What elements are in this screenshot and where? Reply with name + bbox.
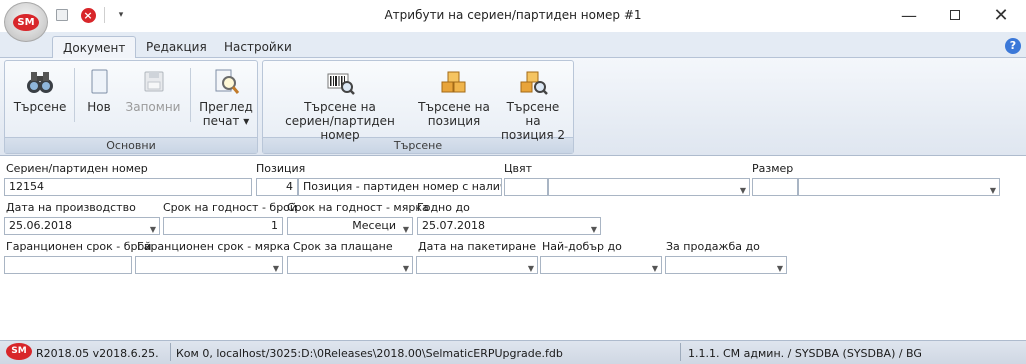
production-date-value: 25.06.2018 bbox=[9, 219, 72, 232]
help-icon[interactable]: ? bbox=[1005, 38, 1021, 54]
binoculars-icon bbox=[24, 66, 56, 98]
packaging-date-label: Дата на пакетиране bbox=[418, 240, 536, 253]
chevron-down-icon: ▼ bbox=[149, 225, 156, 234]
chevron-down-icon: ▼ bbox=[272, 264, 279, 273]
new-document-icon bbox=[83, 66, 115, 98]
search-button-label: Търсене bbox=[13, 100, 67, 114]
color-label: Цвят bbox=[504, 162, 533, 175]
shelf-life-count-label: Срок на годност - брой bbox=[163, 201, 298, 214]
search-position-2-button[interactable]: Търсене на позиция 2 bbox=[498, 66, 568, 142]
warranty-count-label: Гаранционен срок - брой bbox=[6, 240, 152, 253]
search-button[interactable]: Търсене bbox=[14, 66, 66, 114]
status-version: R2018.05 v2018.6.25. bbox=[36, 347, 159, 360]
search-serial-button[interactable]: Търсене на сериен/партиден номер bbox=[270, 66, 410, 142]
search-position-button[interactable]: Търсене на позиция bbox=[418, 66, 490, 128]
position-number-input[interactable]: 4 bbox=[256, 178, 298, 196]
tab-settings[interactable]: Настройки bbox=[214, 36, 302, 59]
print-preview-label-2: печат ▾ bbox=[202, 114, 250, 128]
color-select[interactable]: ▼ bbox=[548, 178, 750, 196]
print-preview-button[interactable]: Преглед печат ▾ bbox=[198, 66, 254, 128]
production-date-label: Дата на производство bbox=[6, 201, 136, 214]
position-label: Позиция bbox=[256, 162, 306, 175]
barcode-search-icon bbox=[324, 66, 356, 98]
warranty-unit-label: Гаранционен срок - мярка bbox=[137, 240, 291, 253]
search-position-2-label-1: Търсене на bbox=[506, 100, 560, 128]
sell-by-label: За продажба до bbox=[666, 240, 760, 253]
maximize-icon[interactable] bbox=[932, 0, 978, 30]
status-divider bbox=[170, 343, 171, 361]
payment-term-label: Срок за плащане bbox=[293, 240, 393, 253]
warranty-count-input[interactable] bbox=[4, 256, 132, 274]
packaging-date-picker[interactable]: ▼ bbox=[416, 256, 538, 274]
color-code-input[interactable] bbox=[504, 178, 548, 196]
serial-input[interactable]: 12154 bbox=[4, 178, 252, 196]
status-divider bbox=[680, 343, 681, 361]
warranty-unit-select[interactable]: ▼ bbox=[135, 256, 283, 274]
payment-term-select[interactable]: ▼ bbox=[287, 256, 413, 274]
best-before-label: Най-добър до bbox=[542, 240, 622, 253]
app-menu-button[interactable]: SM bbox=[4, 2, 48, 42]
valid-until-picker[interactable]: 25.07.2018 ▼ bbox=[417, 217, 601, 235]
valid-until-label: Годно до bbox=[417, 201, 470, 214]
position-select-value: Позиция - партиден номер с наличн bbox=[303, 180, 502, 193]
size-label: Размер bbox=[752, 162, 794, 175]
status-connection: Ком 0, localhost/3025:D:\0Releases\2018.… bbox=[176, 347, 563, 360]
tab-document[interactable]: Документ bbox=[52, 36, 137, 59]
save-button[interactable]: Запомни bbox=[124, 66, 182, 114]
position-select[interactable]: Позиция - партиден номер с наличн bbox=[298, 178, 502, 196]
chevron-down-icon: ▼ bbox=[402, 264, 409, 273]
group-caption-main: Основни bbox=[5, 137, 257, 153]
close-window-icon[interactable]: ✕ bbox=[978, 0, 1024, 30]
chevron-down-icon: ▼ bbox=[989, 186, 996, 195]
search-serial-label-1: Търсене на bbox=[304, 100, 376, 114]
ribbon-divider bbox=[190, 68, 191, 122]
minimize-icon[interactable]: — bbox=[886, 0, 932, 30]
ribbon-divider bbox=[74, 68, 75, 122]
search-serial-label-2: сериен/партиден номер bbox=[285, 114, 395, 142]
status-logo: SM bbox=[6, 343, 32, 360]
app-logo: SM bbox=[13, 14, 39, 31]
search-position-label-1: Търсене на bbox=[418, 100, 490, 114]
size-code-input[interactable] bbox=[752, 178, 798, 196]
chevron-down-icon: ▼ bbox=[590, 225, 597, 234]
best-before-picker[interactable]: ▼ bbox=[540, 256, 662, 274]
shelf-life-unit-value: Месеци bbox=[352, 219, 396, 232]
production-date-picker[interactable]: 25.06.2018 ▼ bbox=[4, 217, 160, 235]
save-button-label: Запомни bbox=[125, 100, 181, 114]
serial-label: Сериен/партиден номер bbox=[6, 162, 148, 175]
valid-until-value: 25.07.2018 bbox=[422, 219, 485, 232]
shelf-life-unit-select[interactable]: Месеци ▼ bbox=[287, 217, 413, 235]
window-title: Атрибути на сериен/партиден номер #1 bbox=[384, 8, 642, 22]
chevron-down-icon: ▼ bbox=[527, 264, 534, 273]
tab-edit[interactable]: Редакция bbox=[136, 36, 217, 59]
search-position-label-2: позиция bbox=[427, 114, 481, 128]
chevron-down-icon: ▼ bbox=[651, 264, 658, 273]
chevron-down-icon: ▼ bbox=[402, 225, 409, 234]
boxes-icon bbox=[438, 66, 470, 98]
chevron-down-icon: ▼ bbox=[776, 264, 783, 273]
status-user: 1.1.1. CM админ. / SYSDBA (SYSDBA) / BG bbox=[688, 347, 922, 360]
boxes-search-icon bbox=[517, 66, 549, 98]
print-preview-icon bbox=[210, 66, 242, 98]
print-preview-label-1: Преглед bbox=[199, 100, 253, 114]
chevron-down-icon: ▼ bbox=[739, 186, 746, 195]
floppy-disk-icon bbox=[137, 66, 169, 98]
sell-by-picker[interactable]: ▼ bbox=[665, 256, 787, 274]
shelf-life-unit-label: Срок на годност - мярка bbox=[287, 201, 429, 214]
new-button[interactable]: Нов bbox=[82, 66, 116, 114]
size-select[interactable]: ▼ bbox=[798, 178, 1000, 196]
new-button-label: Нов bbox=[87, 100, 111, 114]
search-position-2-label-2: позиция 2 bbox=[500, 128, 565, 142]
shelf-life-count-input[interactable]: 1 bbox=[163, 217, 283, 235]
